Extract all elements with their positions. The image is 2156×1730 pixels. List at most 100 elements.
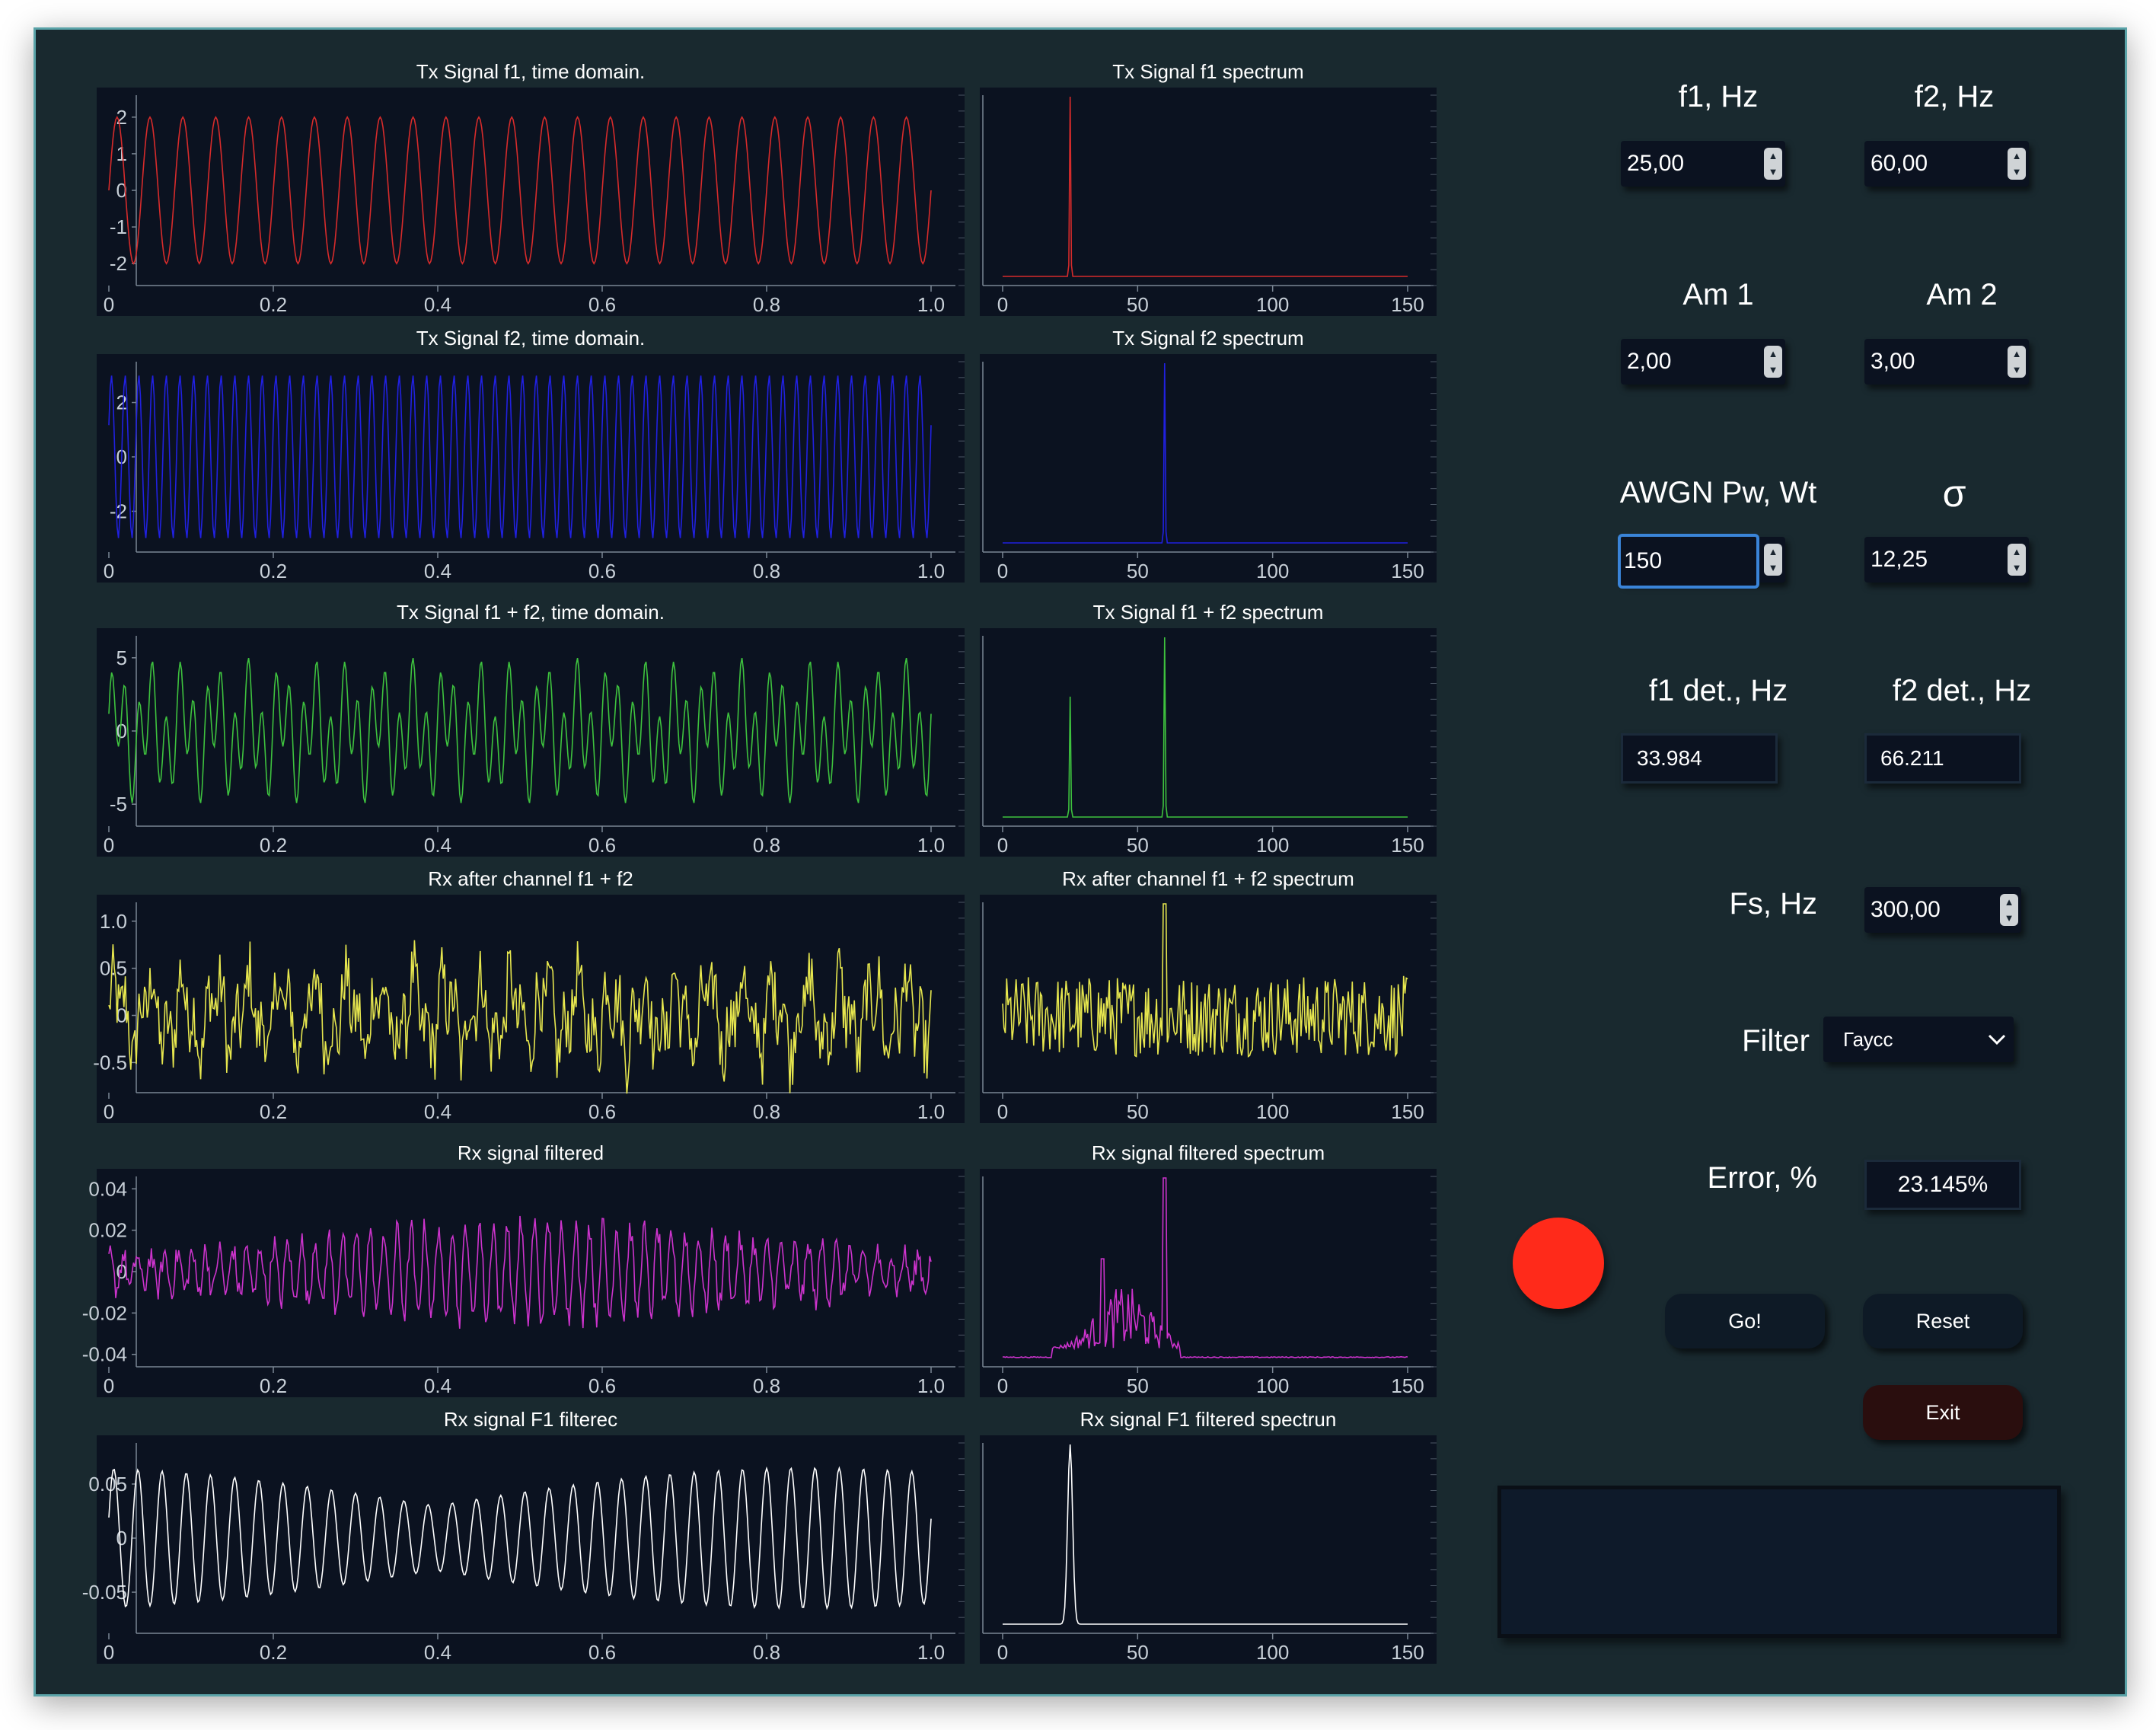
reset-button[interactable]: Reset: [1863, 1294, 2023, 1349]
f2-spinbox[interactable]: 60,00 ▲ ▼: [1864, 141, 2029, 187]
am1-stepper[interactable]: ▲ ▼: [1764, 346, 1782, 378]
x-tick-label: 0: [997, 1641, 1008, 1664]
x-tick-label: 100: [1256, 560, 1289, 583]
plot-canvas: 0 0.2 0.4 0.6 0.8 1.0210-1-2: [97, 88, 965, 316]
x-tick-label: 1.0: [917, 1641, 945, 1664]
am2-spinbox[interactable]: 3,00 ▲ ▼: [1864, 339, 2029, 385]
y-tick-label: 1.0: [100, 910, 127, 933]
fs-stepper[interactable]: ▲ ▼: [2000, 894, 2018, 926]
plot-title: Tx Signal f1, time domain.: [416, 60, 646, 83]
fs-spinbox[interactable]: 300,00 ▲ ▼: [1864, 887, 2021, 933]
x-tick-label: 150: [1391, 834, 1424, 857]
error-output: 23.145%: [1864, 1160, 2021, 1210]
x-tick-label: 0.2: [260, 834, 287, 857]
filter-selected-value: Гаусс: [1843, 1028, 1893, 1051]
x-tick-label: 100: [1256, 834, 1289, 857]
chevron-down-icon[interactable]: [1988, 1033, 2006, 1045]
chevron-down-icon[interactable]: ▼: [1764, 362, 1782, 378]
chevron-up-icon[interactable]: ▲: [2008, 148, 2026, 164]
x-tick-label: 0.4: [424, 560, 451, 583]
x-tick-label: 0.8: [753, 560, 780, 583]
chevron-up-icon[interactable]: ▲: [1764, 346, 1782, 362]
y-tick-label: -2: [110, 252, 127, 275]
awgn-label: AWGN Pw, Wt: [1619, 476, 1817, 509]
x-tick-label: 0: [997, 560, 1008, 583]
awgn-input-focus[interactable]: 150: [1618, 534, 1759, 589]
plot-title: Rx after channel f1 + f2 spectrum: [1062, 867, 1354, 890]
x-tick-label: 100: [1256, 1100, 1289, 1123]
f1-label: f1, Hz: [1678, 80, 1759, 113]
x-tick-label: 0.6: [588, 1374, 616, 1397]
am2-stepper[interactable]: ▲ ▼: [2008, 346, 2026, 378]
fs-label: Fs, Hz: [1729, 887, 1817, 921]
awgn-stepper[interactable]: ▲ ▼: [1764, 544, 1782, 576]
x-tick-label: 0.6: [588, 1100, 616, 1123]
y-tick-label: 5: [116, 646, 127, 669]
plot-title: Tx Signal f2, time domain.: [416, 327, 646, 350]
f1-spinbox[interactable]: 25,00 ▲ ▼: [1621, 141, 1785, 187]
sigma-stepper[interactable]: ▲ ▼: [2008, 544, 2026, 576]
f2-detected-label: f2 det., Hz: [1892, 674, 2032, 707]
x-tick-label: 0.4: [424, 1100, 451, 1123]
plot-canvas: 0 0.2 0.4 0.6 0.8 1.0 0.05 0 -0.05: [82, 1435, 965, 1664]
exit-button[interactable]: Exit: [1863, 1385, 2023, 1440]
f1-detected-value: 33.984: [1637, 746, 1702, 770]
plot-spectrum-1: Tx Signal f1 spectrum 0 50 100 150: [980, 60, 1437, 319]
plot-background: [97, 628, 965, 857]
log-output: [1497, 1486, 2061, 1638]
plot-background: [980, 1169, 1437, 1397]
x-tick-label: 150: [1391, 1374, 1424, 1397]
y-tick-label: -2: [110, 500, 127, 522]
chevron-down-icon[interactable]: ▼: [2008, 362, 2026, 378]
plot-title: Rx signal F1 filtered spectrun: [1080, 1408, 1337, 1431]
f1-value: 25,00: [1627, 151, 1685, 176]
x-tick-label: 50: [1127, 560, 1149, 583]
f2-value: 60,00: [1871, 151, 1928, 176]
chevron-down-icon[interactable]: ▼: [1764, 560, 1782, 576]
fs-value: 300,00: [1871, 897, 1941, 922]
chevron-up-icon[interactable]: ▲: [1764, 544, 1782, 560]
am1-value: 2,00: [1627, 349, 1672, 374]
chevron-down-icon[interactable]: ▼: [1764, 164, 1782, 180]
chevron-down-icon[interactable]: ▼: [2008, 164, 2026, 180]
chevron-up-icon[interactable]: ▲: [2000, 894, 2018, 910]
x-tick-label: 0.2: [260, 560, 287, 583]
chevron-up-icon[interactable]: ▲: [1764, 148, 1782, 164]
x-tick-label: 0.4: [424, 1641, 451, 1664]
plot-spectrum-4: Rx after channel f1 + f2 spectrum 0 50 100 1…: [980, 867, 1437, 1126]
plot-canvas: 0 50 100 150: [980, 1169, 1437, 1397]
status-indicator: [1513, 1218, 1604, 1309]
y-tick-label: -0.05: [82, 1581, 127, 1604]
x-tick-label: 1.0: [917, 293, 945, 316]
chevron-down-icon[interactable]: ▼: [2000, 910, 2018, 926]
x-tick-label: 100: [1256, 293, 1289, 316]
plot-title: Rx after channel f1 + f2: [428, 867, 633, 890]
x-tick-label: 50: [1127, 1100, 1149, 1123]
x-tick-label: 0: [104, 1374, 114, 1397]
x-tick-label: 1.0: [917, 1374, 945, 1397]
chevron-up-icon[interactable]: ▲: [2008, 544, 2026, 560]
f2-stepper[interactable]: ▲ ▼: [2008, 148, 2026, 180]
plot-time-5: Rx signal filtered 0 0.2 0.4 0.6 0.8 1.0 0.04 0.…: [82, 1141, 965, 1400]
x-tick-label: 0.8: [753, 293, 780, 316]
y-tick-label: -0.04: [82, 1343, 127, 1366]
chevron-down-icon[interactable]: ▼: [2008, 560, 2026, 576]
chevron-up-icon[interactable]: ▲: [2008, 346, 2026, 362]
am1-spinbox[interactable]: 2,00 ▲ ▼: [1621, 339, 1785, 385]
x-tick-label: 150: [1391, 1641, 1424, 1664]
filter-select[interactable]: Гаусс: [1823, 1017, 2014, 1062]
y-tick-label: 0: [116, 720, 127, 742]
go-button[interactable]: Go!: [1665, 1294, 1825, 1349]
awgn-spinbox[interactable]: 150 ▲ ▼: [1618, 534, 1785, 589]
y-tick-label: -0.02: [82, 1301, 127, 1324]
plot-title: Tx Signal f1 + f2 spectrum: [1092, 601, 1324, 624]
f1-detected-label: f1 det., Hz: [1648, 674, 1788, 707]
plot-background: [980, 1435, 1437, 1664]
sigma-spinbox[interactable]: 12,25 ▲ ▼: [1864, 537, 2029, 583]
plot-background: [980, 895, 1437, 1123]
y-tick-label: -5: [110, 793, 127, 816]
f1-stepper[interactable]: ▲ ▼: [1764, 148, 1782, 180]
plot-title: Rx signal F1 filterec: [443, 1408, 618, 1431]
x-tick-label: 150: [1391, 293, 1424, 316]
y-tick-label: 0.04: [88, 1177, 127, 1200]
